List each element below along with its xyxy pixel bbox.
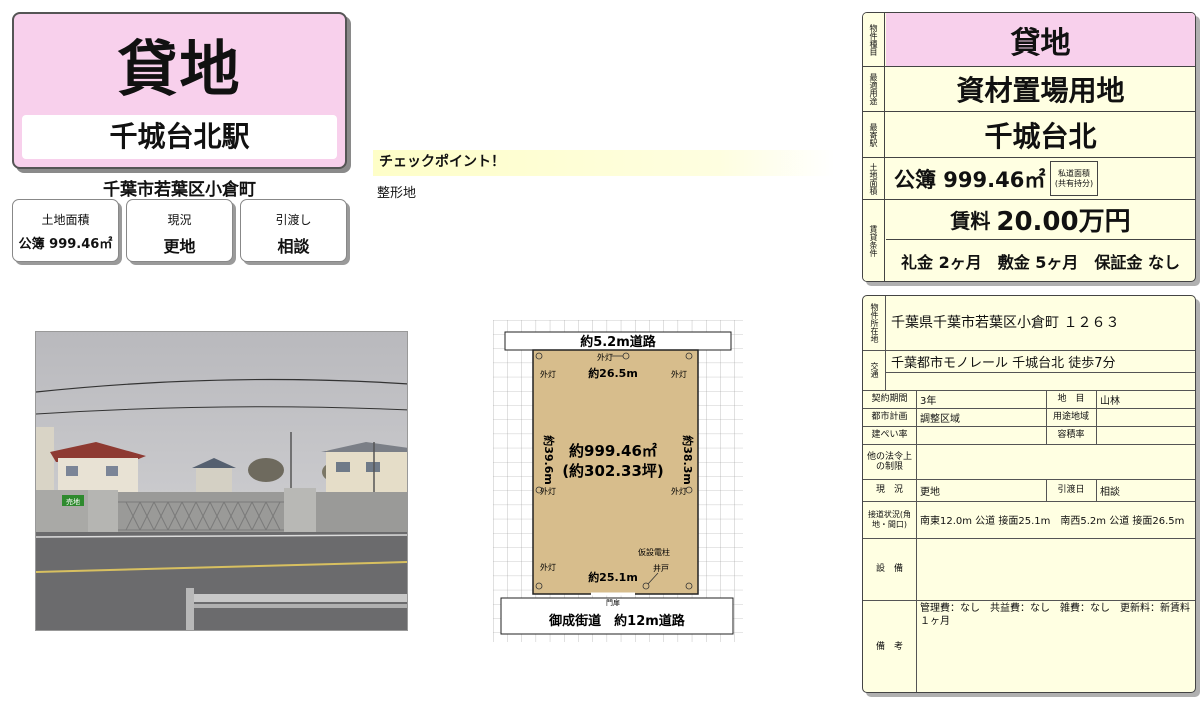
property-type: 貸地 (886, 13, 1195, 66)
zoning-value (1096, 408, 1100, 426)
photo-illustration: 売地 (36, 332, 407, 630)
row-label: 物件種目 (863, 13, 885, 66)
summary-panel: 物件種目 貸地 最適用途 資材置場用地 最寄駅 千城台北 土地面積 公簿 999… (862, 12, 1196, 282)
area-m2: 約999.46㎡ (569, 442, 657, 460)
best-use: 資材置場用地 (956, 74, 1125, 107)
summary-row-area: 土地面積 公簿 999.46㎡ 私道面積 (共有持分) (863, 158, 1195, 200)
contract-period-label: 契約期間 (871, 394, 908, 404)
other-law-value (916, 444, 920, 479)
road-access-label: 接道状況(角地・間口) (867, 509, 912, 529)
remarks-value: 管理費：なし 共益費：なし 雑費：なし 更新料：新賃料１ヶ月 (920, 603, 1190, 627)
stat-handover: 引渡し 相談 (240, 199, 347, 262)
land-area-value: 公簿 999.46㎡ (894, 167, 1046, 192)
stat-label: 引渡し (275, 213, 312, 227)
checkpoint-title: チェックポイント！ (373, 150, 835, 176)
private-road-label: 私道面積 (共有持分) (1050, 161, 1098, 196)
stat-value: 更地 (163, 237, 196, 256)
remarks-label: 備 考 (875, 642, 903, 652)
far-label: 容積率 (1057, 430, 1085, 440)
light-label: 外灯 (540, 369, 556, 379)
left-edge-length: 約39.6m (542, 435, 556, 485)
stat-value: 公簿 999.46㎡ (18, 237, 113, 252)
top-edge-length: 約26.5m (588, 366, 638, 380)
land-category-value: 山林 (1100, 395, 1120, 407)
rent-value: 20.00万円 (996, 207, 1131, 237)
bottom-edge-length: 約25.1m (588, 570, 638, 584)
stat-label: 現況 (167, 213, 192, 227)
rent-prefix: 賃料 (950, 209, 991, 233)
stat-value: 相談 (277, 237, 310, 256)
handover-label: 引渡日 (1057, 485, 1085, 495)
details-panel: 物件所在地 千葉県千葉市若葉区小倉町 １２６３ 交通 千葉都市モノレール 千城台… (862, 295, 1196, 693)
summary-row-station: 最寄駅 千城台北 (863, 112, 1195, 158)
top-road-label: 約5.2m道路 (580, 334, 657, 350)
light-label: 外灯 (671, 486, 687, 496)
summary-row-type: 物件種目 貸地 (863, 13, 1195, 67)
light-label: 外灯 (540, 562, 556, 572)
stat-current-status: 現況 更地 (126, 199, 233, 262)
plot-map: 約5.2m道路 御成街道 約12m道路 門扉 外灯 外灯 外灯 外灯 外灯 外灯… (493, 320, 743, 642)
row-label: 最適用途 (863, 67, 885, 111)
far-value (1096, 426, 1100, 444)
bottom-road-label: 御成街道 約12m道路 (548, 613, 686, 629)
well-label: 井戸 (653, 563, 669, 573)
traffic-label: 交通 (870, 362, 879, 378)
row-label: 土地面積 (863, 158, 885, 199)
location-label: 物件所在地 (870, 303, 879, 343)
plot-map-drawing: 約5.2m道路 御成街道 約12m道路 門扉 外灯 外灯 外灯 外灯 外灯 外灯… (493, 320, 743, 642)
stat-land-area: 土地面積 公簿 999.46㎡ (12, 199, 119, 262)
facilities-label: 設 備 (875, 564, 903, 574)
coverage-label: 建ぺい率 (871, 430, 908, 440)
property-type-title: 貸地 (117, 35, 242, 105)
right-edge-length: 約38.3m (681, 435, 695, 485)
title-card: 貸地 千城台北駅 (12, 12, 347, 169)
facilities-value (916, 538, 920, 600)
row-label: 賃貸条件 (863, 200, 885, 281)
city-planning-label: 都市計画 (871, 412, 908, 422)
checkpoint-text: 整形地 (377, 186, 417, 201)
city-planning-value: 調整区域 (920, 413, 960, 425)
stat-label: 土地面積 (41, 213, 90, 227)
other-law-label: 他の法令上の制限 (866, 451, 912, 472)
nearest-station: 千城台北 (984, 119, 1097, 153)
zoning-label: 用途地域 (1052, 412, 1089, 422)
status-value: 更地 (920, 486, 940, 498)
handover-value: 相談 (1100, 486, 1120, 498)
row-label: 最寄駅 (863, 112, 885, 157)
contract-period-value: 3年 (920, 395, 937, 407)
light-label-top: 外灯 (597, 352, 613, 362)
address: 千葉市若葉区小倉町 (103, 180, 256, 200)
area-tsubo: (約302.33坪) (562, 462, 664, 480)
station-name: 千城台北駅 (22, 115, 337, 159)
status-label: 現 況 (875, 485, 903, 495)
summary-row-lease: 賃貸条件 賃料 20.00万円 礼金 2ヶ月 敷金 5ヶ月 保証金 なし (863, 200, 1195, 281)
property-photo: 売地 (35, 331, 408, 631)
light-label: 外灯 (540, 486, 556, 496)
pole-label: 仮設電柱 (638, 547, 670, 557)
summary-row-use: 最適用途 資材置場用地 (863, 67, 1195, 112)
location-value: 千葉県千葉市若葉区小倉町 １２６３ (891, 315, 1120, 331)
traffic-value: 千葉都市モノレール 千城台北 徒歩7分 (891, 355, 1116, 371)
sale-sign-text: 売地 (66, 497, 80, 506)
light-label: 外灯 (671, 369, 687, 379)
road-access-value: 南東12.0m 公道 接面25.1m 南西5.2m 公道 接面26.5m (920, 516, 1185, 527)
lease-conditions: 礼金 2ヶ月 敷金 5ヶ月 保証金 なし (901, 253, 1180, 272)
gate-label: 門扉 (606, 598, 620, 607)
coverage-value (916, 426, 920, 444)
land-category-label: 地 目 (1057, 394, 1085, 404)
